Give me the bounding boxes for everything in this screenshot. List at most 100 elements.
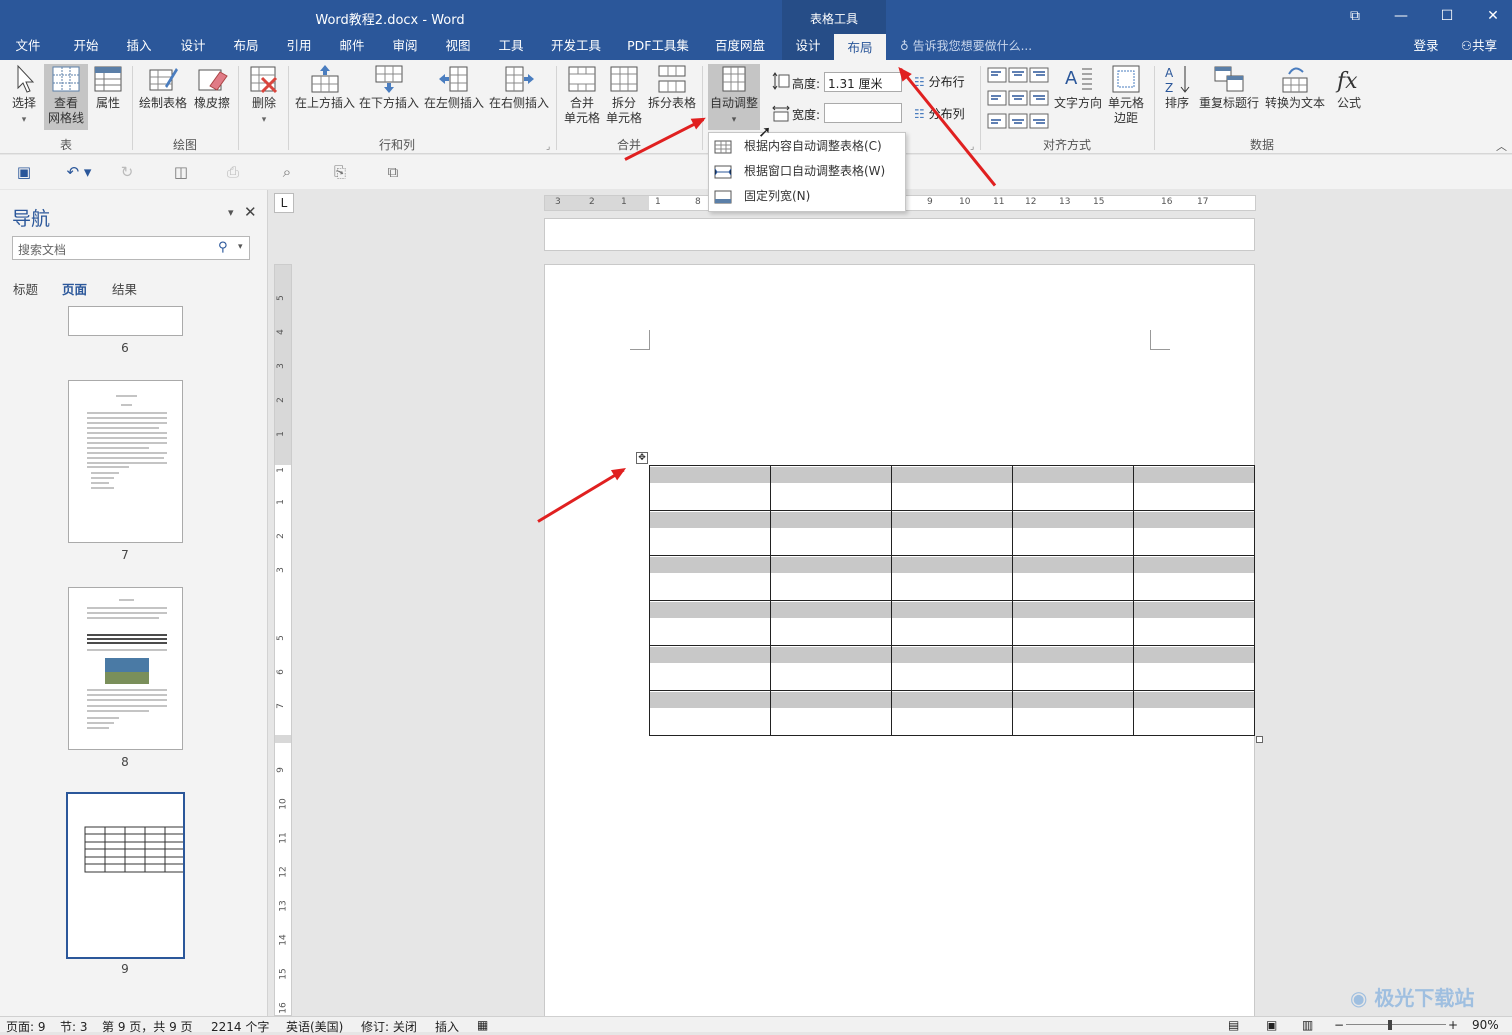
nav-close-icon[interactable]: ✕ bbox=[244, 203, 257, 221]
maximize-button[interactable]: ☐ bbox=[1424, 0, 1470, 32]
table-cell[interactable] bbox=[770, 600, 892, 646]
table-cell[interactable] bbox=[1133, 600, 1255, 646]
table-cell[interactable] bbox=[891, 465, 1013, 511]
tab-home[interactable]: 开始 bbox=[64, 34, 108, 60]
height-input[interactable]: 1.31 厘米 bbox=[824, 72, 902, 92]
vertical-ruler[interactable]: 5 4 3 2 1 1 1 2 3 5 6 7 9 10 11 12 13 14 15 16 bbox=[274, 264, 292, 1016]
width-input[interactable] bbox=[824, 103, 902, 123]
table-cell[interactable] bbox=[770, 645, 892, 691]
table-cell[interactable] bbox=[649, 690, 771, 736]
view-gridlines-button[interactable]: 查看 网格线 bbox=[44, 64, 88, 130]
table-cell[interactable] bbox=[891, 690, 1013, 736]
page-thumbnail[interactable] bbox=[68, 587, 183, 750]
document-table[interactable] bbox=[649, 465, 1255, 736]
screenshot-icon[interactable]: ⧉ bbox=[382, 161, 404, 183]
tab-view[interactable]: 视图 bbox=[436, 34, 480, 60]
zoom-level[interactable]: 90% bbox=[1472, 1018, 1499, 1032]
insert-above-button[interactable]: 在上方插入 bbox=[294, 64, 356, 111]
table-cell[interactable] bbox=[770, 510, 892, 556]
print-preview-icon[interactable]: ⌕ bbox=[276, 161, 298, 183]
nav-tab-results[interactable]: 结果 bbox=[112, 279, 137, 298]
zoom-in-icon[interactable]: + bbox=[1448, 1018, 1458, 1032]
properties-button[interactable]: 属性 bbox=[90, 64, 126, 111]
zoom-slider[interactable] bbox=[1346, 1024, 1446, 1025]
table-cell[interactable] bbox=[1133, 645, 1255, 691]
tab-design[interactable]: 设计 bbox=[171, 34, 215, 60]
table-cell[interactable] bbox=[891, 555, 1013, 601]
dialog-launcher-icon[interactable]: ⌟ bbox=[546, 142, 550, 152]
table-cell[interactable] bbox=[770, 690, 892, 736]
table-cell[interactable] bbox=[1012, 600, 1134, 646]
insert-right-button[interactable]: 在右侧插入 bbox=[488, 64, 550, 111]
table-cell[interactable] bbox=[1012, 645, 1134, 691]
page-thumbnail[interactable] bbox=[68, 306, 183, 336]
table-cell[interactable] bbox=[649, 510, 771, 556]
table-cell[interactable] bbox=[1133, 555, 1255, 601]
status-insert-mode[interactable]: 插入 bbox=[435, 1018, 459, 1035]
undo-icon[interactable]: ↶ ▾ bbox=[62, 161, 96, 183]
zoom-out-icon[interactable]: − bbox=[1334, 1018, 1344, 1032]
table-cell[interactable] bbox=[649, 465, 771, 511]
tell-me-box[interactable]: ♁ 告诉我您想要做什么... bbox=[900, 34, 1032, 60]
menu-item-fixed-width[interactable]: 固定列宽(N) bbox=[711, 185, 903, 207]
tab-insert[interactable]: 插入 bbox=[117, 34, 161, 60]
macro-record-icon[interactable]: ▦ bbox=[477, 1018, 488, 1032]
table-cell[interactable] bbox=[1133, 465, 1255, 511]
save-icon[interactable]: ▣ bbox=[13, 161, 35, 183]
status-word-count[interactable]: 2214 个字 bbox=[211, 1018, 269, 1035]
table-resize-handle[interactable] bbox=[1256, 736, 1263, 743]
status-page[interactable]: 页面: 9 bbox=[6, 1018, 46, 1035]
collapse-ribbon-icon[interactable]: ︿ bbox=[1496, 138, 1507, 154]
tab-table-design[interactable]: 设计 bbox=[782, 34, 834, 60]
table-cell[interactable] bbox=[1012, 510, 1134, 556]
table-cell[interactable] bbox=[1012, 555, 1134, 601]
tab-tools[interactable]: 工具 bbox=[489, 34, 533, 60]
read-view-icon[interactable]: ▤ bbox=[1228, 1018, 1239, 1032]
nav-tab-pages[interactable]: 页面 bbox=[62, 279, 87, 298]
table-cell[interactable] bbox=[891, 600, 1013, 646]
tab-mailings[interactable]: 邮件 bbox=[330, 34, 374, 60]
menu-item-autofit-window[interactable]: 根据窗口自动调整表格(W) bbox=[711, 160, 903, 182]
eraser-button[interactable]: 橡皮擦 bbox=[192, 64, 232, 111]
table-move-handle-icon[interactable]: ✥ bbox=[636, 452, 648, 464]
table-cell[interactable] bbox=[1012, 690, 1134, 736]
table-cell[interactable] bbox=[891, 645, 1013, 691]
search-dropdown-icon[interactable]: ▾ bbox=[238, 242, 243, 252]
restore-ribbon-icon[interactable]: ⧉ bbox=[1332, 0, 1378, 32]
tab-developer[interactable]: 开发工具 bbox=[545, 34, 607, 60]
tab-layout-page[interactable]: 布局 bbox=[224, 34, 268, 60]
table-cell[interactable] bbox=[770, 555, 892, 601]
status-section[interactable]: 节: 3 bbox=[60, 1018, 88, 1035]
tab-references[interactable]: 引用 bbox=[277, 34, 321, 60]
table-cell[interactable] bbox=[649, 600, 771, 646]
nav-search-input[interactable]: 搜索文档 bbox=[12, 236, 250, 260]
status-language[interactable]: 英语(美国) bbox=[286, 1018, 343, 1035]
select-button[interactable]: 选择 ▾ bbox=[8, 64, 40, 128]
autofit-button[interactable]: 自动调整 ▾ bbox=[708, 64, 760, 130]
minimize-button[interactable]: — bbox=[1378, 0, 1424, 32]
table-cell[interactable] bbox=[1133, 690, 1255, 736]
table-cell[interactable] bbox=[649, 555, 771, 601]
text-direction-button[interactable]: A 文字方向 bbox=[1052, 64, 1104, 111]
dialog-launcher-icon[interactable]: ⌟ bbox=[970, 142, 974, 152]
nav-options-icon[interactable]: ▾ bbox=[228, 206, 234, 219]
page-thumbnail[interactable] bbox=[68, 380, 183, 543]
tab-baidu[interactable]: 百度网盘 bbox=[708, 34, 772, 60]
repeat-header-button[interactable]: 重复标题行 bbox=[1198, 64, 1260, 111]
sort-button[interactable]: AZ 排序 bbox=[1160, 64, 1194, 111]
print-icon[interactable]: ⎙ bbox=[222, 161, 244, 183]
page-thumbnail-current[interactable] bbox=[66, 792, 185, 959]
tab-pdf[interactable]: PDF工具集 bbox=[622, 34, 694, 60]
convert-to-text-button[interactable]: 转换为文本 bbox=[1264, 64, 1326, 111]
split-table-button[interactable]: 拆分表格 bbox=[646, 64, 698, 111]
distribute-rows-button[interactable]: ☷ 分布行 bbox=[914, 73, 965, 90]
delete-button[interactable]: 删除 ▾ bbox=[244, 64, 284, 128]
formula-button[interactable]: fx 公式 bbox=[1330, 64, 1368, 111]
print-layout-icon[interactable]: ▣ bbox=[1266, 1018, 1277, 1032]
redo-icon[interactable]: ↻ bbox=[116, 161, 138, 183]
merge-cells-button[interactable]: 合并 单元格 bbox=[562, 64, 602, 126]
cell-align-icons[interactable] bbox=[986, 66, 1050, 132]
tab-file[interactable]: 文件 bbox=[6, 34, 50, 60]
status-page-of[interactable]: 第 9 页，共 9 页 bbox=[102, 1018, 193, 1035]
insert-left-button[interactable]: 在左侧插入 bbox=[423, 64, 485, 111]
